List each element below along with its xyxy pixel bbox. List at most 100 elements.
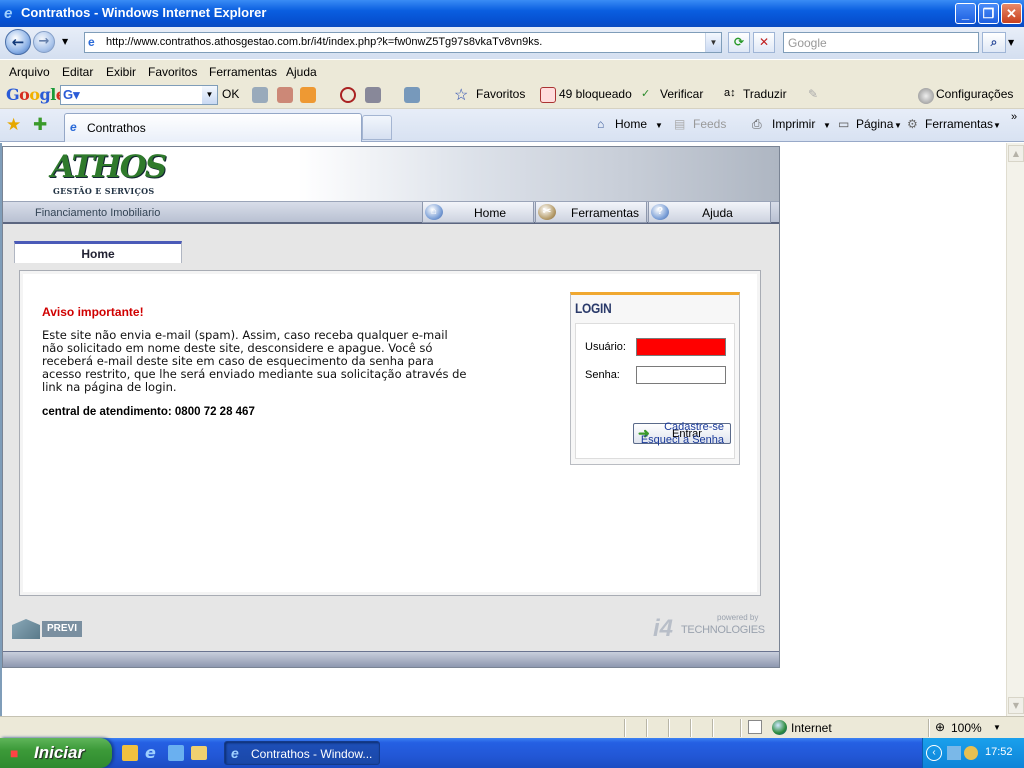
address-dropdown-icon[interactable]: ▼ <box>705 33 721 52</box>
feeds-command[interactable]: Feeds <box>693 117 726 131</box>
popup-icon[interactable] <box>300 87 316 103</box>
blocked-count[interactable]: 49 bloqueado <box>559 87 632 101</box>
nav-home[interactable]: ⌂ Home <box>422 202 534 223</box>
back-button[interactable]: ← <box>5 29 31 55</box>
tab-ie-icon: e <box>70 120 77 134</box>
start-button[interactable]: ■ Iniciar <box>0 738 112 768</box>
car-icon[interactable] <box>365 87 381 103</box>
menu-arquivo[interactable]: Arquivo <box>9 65 50 79</box>
zoom-icon: ⊕ <box>935 720 946 734</box>
imprimir-command[interactable]: Imprimir <box>772 117 815 131</box>
scroll-up-icon[interactable]: ▲ <box>1008 145 1024 162</box>
site-header: ATHOS GESTÃO E SERVIÇOS <box>3 147 779 201</box>
aviso-message: Este site não envia e-mail (spam). Assim… <box>42 328 467 394</box>
chevron-more-icon[interactable]: » <box>1011 111 1017 123</box>
nav-ajuda[interactable]: ? Ajuda <box>648 202 771 223</box>
calendar-icon[interactable] <box>404 87 420 103</box>
senha-label: Senha: <box>585 369 620 381</box>
add-favorite-icon[interactable]: ✚ <box>33 115 47 135</box>
feeds-icon: ▤ <box>674 117 686 131</box>
zoom-dropdown-icon[interactable]: ▼ <box>993 723 1001 732</box>
menu-favoritos[interactable]: Favoritos <box>148 65 197 79</box>
status-bar: Internet ⊕ 100% ▼ <box>0 716 1024 738</box>
tab-contrathos[interactable]: e Contrathos <box>64 113 362 142</box>
refresh-button[interactable]: ⟳ <box>728 32 750 53</box>
taskbar-ie-icon: e <box>231 745 239 761</box>
tab-home[interactable]: Home <box>14 241 182 263</box>
ferramentas-command[interactable]: Ferramentas <box>925 117 993 131</box>
new-tab-button[interactable] <box>362 115 392 140</box>
athos-logo: ATHOS <box>51 149 167 185</box>
close-button[interactable]: ✕ <box>1001 3 1022 24</box>
site-bottom-bar <box>3 651 779 667</box>
settings-icon <box>918 88 934 104</box>
search-input[interactable]: Google <box>783 32 979 53</box>
system-tray: ‹ 17:52 <box>922 738 1024 768</box>
google-search-input[interactable]: G▾ ▼ <box>60 85 218 105</box>
home-command[interactable]: Home <box>615 117 647 131</box>
history-dropdown-icon[interactable]: ▼ <box>62 37 68 46</box>
cadastre-link[interactable]: Cadastre-se <box>664 421 724 433</box>
quicklaunch-clock-icon[interactable] <box>122 745 138 761</box>
favoritos-button[interactable]: Favoritos <box>476 87 525 101</box>
popup-blocker-icon <box>540 87 556 103</box>
taskbar-item-contrathos[interactable]: e Contrathos - Window... <box>224 741 380 765</box>
security-zone[interactable]: Internet <box>791 721 832 735</box>
minimize-button[interactable]: _ <box>955 3 976 24</box>
quicklaunch-ie7-icon[interactable] <box>168 745 184 761</box>
content-panel: Aviso importante! Este site não envia e-… <box>19 270 761 596</box>
google-logo: Google <box>6 85 66 104</box>
stop-button[interactable]: ✕ <box>753 32 775 53</box>
window-title-bar[interactable]: e Contrathos - Windows Internet Explorer… <box>0 0 1024 27</box>
protected-mode-icon <box>748 720 762 734</box>
menu-ajuda[interactable]: Ajuda <box>286 65 317 79</box>
tools-dropdown-icon[interactable]: ▼ <box>993 121 1001 130</box>
nav-ferramentas[interactable]: ✂ Ferramentas <box>535 202 647 223</box>
taskbar: ■ Iniciar e e Contrathos - Window... ‹ 1… <box>0 738 1024 768</box>
address-bar[interactable]: e http://www.contrathos.athosgestao.com.… <box>84 32 722 53</box>
google-toolbar: Google G▾ ▼ OK ☆ Favoritos 49 bloqueado … <box>0 83 1024 109</box>
home-icon: ⌂ <box>597 117 605 131</box>
start-label: Iniciar <box>34 743 85 762</box>
senha-input[interactable] <box>636 366 726 384</box>
search-site-icon[interactable] <box>252 87 268 103</box>
home-dropdown-icon[interactable]: ▼ <box>655 121 663 130</box>
menu-ferramentas[interactable]: Ferramentas <box>209 65 277 79</box>
page-dropdown-icon[interactable]: ▼ <box>894 121 902 130</box>
zoom-level[interactable]: 100% <box>951 721 982 735</box>
menu-exibir[interactable]: Exibir <box>106 65 136 79</box>
menu-editar[interactable]: Editar <box>62 65 93 79</box>
scroll-down-icon[interactable]: ▼ <box>1008 697 1024 714</box>
news-icon[interactable] <box>277 87 293 103</box>
verificar-button[interactable]: Verificar <box>660 87 703 101</box>
vertical-scrollbar[interactable]: ▲ ▼ <box>1006 143 1024 716</box>
forward-button[interactable]: → <box>33 31 55 53</box>
login-form: Usuário: Senha: ➜ Entrar Cadastre-se Esq… <box>575 323 735 459</box>
google-dropdown-icon[interactable]: ▼ <box>202 86 217 104</box>
pagina-command[interactable]: Página <box>856 117 893 131</box>
google-ok-button[interactable]: OK <box>222 87 239 101</box>
esqueci-senha-link[interactable]: Esqueci a Senha <box>641 434 724 446</box>
tray-expand-icon[interactable]: ‹ <box>926 745 942 761</box>
taskbar-item-label: Contrathos - Window... <box>251 747 373 761</box>
quicklaunch-folder-icon[interactable] <box>191 746 207 760</box>
address-url: http://www.contrathos.athosgestao.com.br… <box>106 36 543 48</box>
security-shield-icon[interactable] <box>964 746 978 760</box>
print-icon: ⎙ <box>752 117 762 131</box>
print-dropdown-icon[interactable]: ▼ <box>823 121 831 130</box>
login-box: LOGIN Usuário: Senha: ➜ Entrar Cadastre-… <box>570 292 740 465</box>
clock: 17:52 <box>985 746 1013 758</box>
traduzir-button[interactable]: Traduzir <box>743 87 787 101</box>
network-icon[interactable] <box>947 746 961 760</box>
quicklaunch-ie-icon[interactable]: e <box>145 743 156 762</box>
favorites-star-icon[interactable]: ★ <box>6 115 21 135</box>
usuario-input[interactable] <box>636 338 726 356</box>
configuracoes-button[interactable]: Configurações <box>936 87 1013 101</box>
search-icon[interactable]: ⌕ <box>982 32 1006 53</box>
maximize-button[interactable]: ❐ <box>978 3 999 24</box>
pencil-icon[interactable]: ✎ <box>808 87 818 101</box>
orkut-icon[interactable] <box>340 87 356 103</box>
star-icon: ☆ <box>454 87 469 104</box>
search-options-icon[interactable]: ▼ <box>1008 38 1014 47</box>
site-footer: PREVI powered by i4 TECHNOLOGIES <box>3 599 779 651</box>
